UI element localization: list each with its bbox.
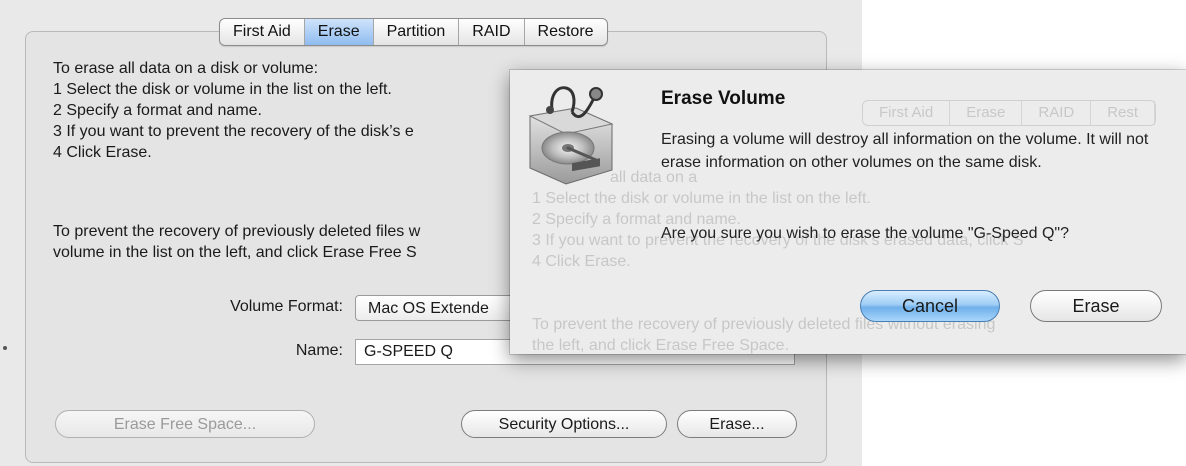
erase-free-space-button[interactable]: Erase Free Space...: [55, 410, 315, 438]
name-label: Name:: [295, 342, 343, 359]
tab-bar: First Aid Erase Partition RAID Restore: [219, 18, 608, 46]
cancel-button[interactable]: Cancel: [860, 290, 1000, 322]
note-line: volume in the list on the left, and clic…: [53, 244, 417, 261]
dialog-title: Erase Volume: [661, 88, 786, 109]
dialog-message: Erasing a volume will destroy all inform…: [661, 131, 1149, 171]
instruction-line: To erase all data on a disk or volume:: [53, 60, 319, 77]
confirm-erase-button[interactable]: Erase: [1030, 290, 1162, 322]
tab-first-aid[interactable]: First Aid: [220, 19, 305, 45]
tab-erase[interactable]: Erase: [304, 19, 374, 45]
dialog-question: Are you sure you wish to erase the volum…: [661, 225, 1070, 242]
ghost-tab: Erase: [950, 101, 1023, 125]
resize-marker: [3, 346, 7, 350]
ghost-line: 4 Click Erase.: [532, 253, 631, 270]
note-line: To prevent the recovery of previously de…: [53, 223, 421, 240]
instruction-line: 2 Specify a format and name.: [53, 102, 262, 119]
erase-button[interactable]: Erase...: [677, 410, 797, 438]
ghost-tab: RAID: [1022, 101, 1092, 125]
instruction-line: 3 If you want to prevent the recovery of…: [53, 123, 414, 140]
tab-raid[interactable]: RAID: [459, 19, 525, 45]
tab-restore[interactable]: Restore: [525, 19, 607, 45]
free-space-note: To prevent the recovery of previously de…: [53, 221, 420, 263]
erase-instructions: To erase all data on a disk or volume: 1…: [53, 58, 414, 163]
disk-utility-icon: [522, 80, 614, 190]
instruction-line: 1 Select the disk or volume in the list …: [53, 81, 392, 98]
erase-volume-dialog: First Aid Erase RAID Rest all data on a …: [510, 70, 1186, 354]
ghost-tab: Rest: [1091, 101, 1156, 125]
ghost-tab: First Aid: [863, 101, 951, 125]
ghost-line: the left, and click Erase Free Space.: [532, 337, 790, 354]
ghost-tab-bar: First Aid Erase RAID Rest: [862, 100, 1157, 126]
security-options-button[interactable]: Security Options...: [461, 410, 667, 438]
instruction-line: 4 Click Erase.: [53, 144, 152, 161]
volume-format-label: Volume Format:: [230, 298, 343, 315]
tab-partition[interactable]: Partition: [374, 19, 460, 45]
